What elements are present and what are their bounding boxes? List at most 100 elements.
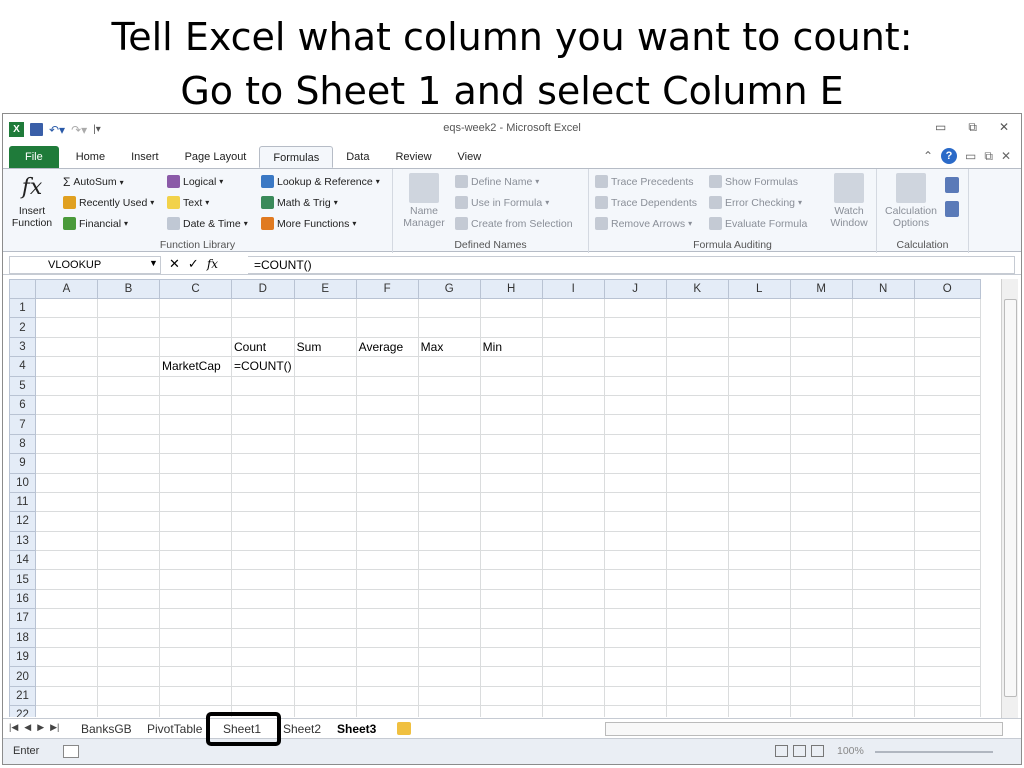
cell-b22[interactable] [97, 705, 160, 717]
cell-j15[interactable] [603, 569, 667, 590]
cell-o20[interactable] [913, 666, 981, 687]
cell-h3[interactable]: Min [479, 336, 543, 358]
cell-c13[interactable] [159, 530, 232, 552]
cell-c16[interactable] [159, 588, 232, 610]
cell-l7[interactable] [727, 414, 791, 435]
row-header-14[interactable]: 14 [9, 550, 36, 571]
cell-h11[interactable] [479, 491, 543, 513]
cancel-icon[interactable]: ✕ [169, 256, 180, 272]
cell-m8[interactable] [789, 433, 853, 455]
cell-o11[interactable] [913, 491, 981, 513]
cell-e20[interactable] [293, 666, 357, 687]
column-header-f[interactable]: F [355, 279, 419, 299]
cell-h4[interactable] [479, 356, 543, 377]
cell-i3[interactable] [541, 336, 605, 358]
cell-h17[interactable] [479, 608, 543, 629]
page-break-view-icon[interactable] [811, 745, 824, 757]
row-header-1[interactable]: 1 [9, 297, 36, 319]
cell-b5[interactable] [97, 375, 160, 396]
cell-n21[interactable] [851, 685, 915, 707]
row-header-11[interactable]: 11 [9, 491, 36, 513]
define-name-button[interactable]: Define Name ▾ [455, 175, 539, 188]
cell-d10[interactable] [231, 472, 295, 493]
cell-k16[interactable] [665, 588, 729, 610]
cell-c20[interactable] [159, 666, 232, 687]
cell-d4[interactable]: =COUNT() [231, 356, 295, 377]
cell-l6[interactable] [727, 394, 791, 416]
cell-e15[interactable] [293, 569, 357, 590]
cell-j5[interactable] [603, 375, 667, 396]
cell-g6[interactable] [417, 394, 481, 416]
cell-j11[interactable] [603, 491, 667, 513]
cell-c5[interactable] [159, 375, 232, 396]
date-time-button[interactable]: Date & Time ▾ [167, 217, 248, 230]
cell-g8[interactable] [417, 433, 481, 455]
cell-m1[interactable] [789, 297, 853, 319]
more-functions-button[interactable]: More Functions ▾ [261, 217, 356, 230]
cell-e14[interactable] [293, 550, 357, 571]
cell-k4[interactable] [665, 356, 729, 377]
cell-m13[interactable] [789, 530, 853, 552]
cell-a13[interactable] [35, 530, 98, 552]
cell-b17[interactable] [97, 608, 160, 629]
evaluate-formula-button[interactable]: Evaluate Formula [709, 217, 807, 230]
cell-o8[interactable] [913, 433, 981, 455]
cell-g20[interactable] [417, 666, 481, 687]
cell-j2[interactable] [603, 317, 667, 338]
cell-l22[interactable] [727, 705, 791, 717]
cell-g16[interactable] [417, 588, 481, 610]
cell-k19[interactable] [665, 647, 729, 668]
cell-m3[interactable] [789, 336, 853, 358]
cell-n12[interactable] [851, 511, 915, 532]
cell-d1[interactable] [231, 297, 295, 319]
cell-l10[interactable] [727, 472, 791, 493]
cell-l16[interactable] [727, 588, 791, 610]
cell-l19[interactable] [727, 647, 791, 668]
cell-c14[interactable] [159, 550, 232, 571]
cell-d13[interactable] [231, 530, 295, 552]
cell-m2[interactable] [789, 317, 853, 338]
cell-m19[interactable] [789, 647, 853, 668]
row-header-21[interactable]: 21 [9, 685, 36, 707]
cell-a15[interactable] [35, 569, 98, 590]
column-header-a[interactable]: A [35, 279, 98, 299]
cell-o7[interactable] [913, 414, 981, 435]
column-header-m[interactable]: M [789, 279, 853, 299]
cell-c2[interactable] [159, 317, 232, 338]
cell-i7[interactable] [541, 414, 605, 435]
cell-j8[interactable] [603, 433, 667, 455]
cell-m22[interactable] [789, 705, 853, 717]
enter-icon[interactable]: ✓ [188, 256, 199, 272]
cell-b12[interactable] [97, 511, 160, 532]
horizontal-scrollbar[interactable] [605, 722, 1003, 736]
row-header-19[interactable]: 19 [9, 647, 36, 668]
column-header-j[interactable]: J [603, 279, 667, 299]
cell-a20[interactable] [35, 666, 98, 687]
cell-l18[interactable] [727, 627, 791, 649]
next-sheet-icon[interactable]: ▶ [37, 722, 44, 733]
cell-j17[interactable] [603, 608, 667, 629]
cell-c4[interactable]: MarketCap [159, 356, 232, 377]
name-box-dropdown-icon[interactable]: ▼ [149, 258, 158, 268]
cell-k8[interactable] [665, 433, 729, 455]
cell-f13[interactable] [355, 530, 419, 552]
cell-e10[interactable] [293, 472, 357, 493]
cell-k10[interactable] [665, 472, 729, 493]
cell-j10[interactable] [603, 472, 667, 493]
remove-arrows-button[interactable]: Remove Arrows ▾ [595, 217, 692, 230]
row-header-13[interactable]: 13 [9, 530, 36, 552]
cell-o3[interactable] [913, 336, 981, 358]
cell-m6[interactable] [789, 394, 853, 416]
cell-a3[interactable] [35, 336, 98, 358]
cell-e12[interactable] [293, 511, 357, 532]
cell-o2[interactable] [913, 317, 981, 338]
cell-h18[interactable] [479, 627, 543, 649]
cell-i12[interactable] [541, 511, 605, 532]
cell-f10[interactable] [355, 472, 419, 493]
cell-n3[interactable] [851, 336, 915, 358]
cell-b15[interactable] [97, 569, 160, 590]
cell-b16[interactable] [97, 588, 160, 610]
macro-record-icon[interactable] [63, 745, 79, 758]
cell-c7[interactable] [159, 414, 232, 435]
cell-n10[interactable] [851, 472, 915, 493]
